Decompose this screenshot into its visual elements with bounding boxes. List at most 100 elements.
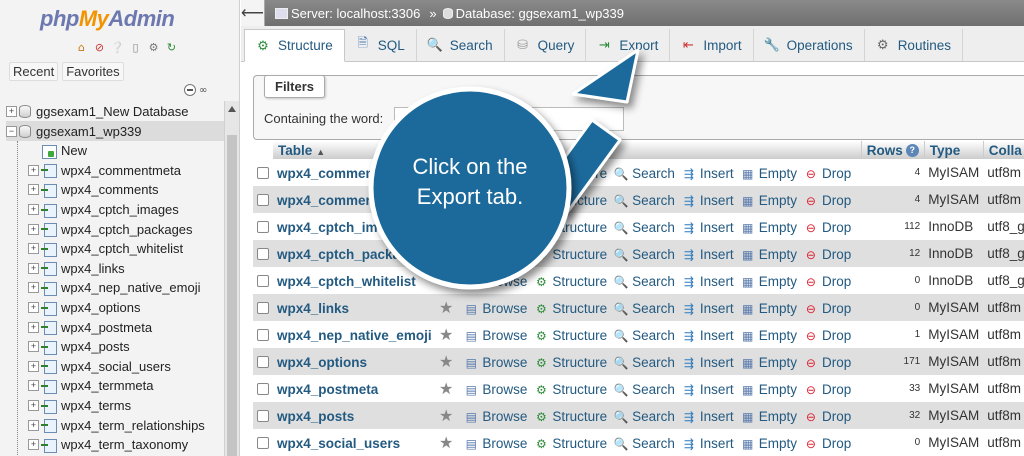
sidebar-table-label[interactable]: wpx4_term_relationships (61, 418, 205, 433)
empty-action[interactable]: ▦ Empty (740, 166, 797, 181)
expand-icon[interactable]: + (28, 262, 39, 274)
back-arrow-icon[interactable]: ⟵ (241, 0, 265, 26)
expand-icon[interactable]: + (28, 380, 39, 392)
tab-operations[interactable]: 🔧 Operations (754, 29, 865, 61)
empty-action[interactable]: ▦ Empty (740, 301, 797, 316)
browse-action[interactable]: ▤ Browse (463, 220, 528, 235)
empty-action[interactable]: ▦ Empty (740, 274, 797, 289)
empty-action[interactable]: ▦ Empty (740, 220, 797, 235)
sidebar-table-item[interactable]: + wpx4_terms (28, 396, 224, 416)
search-action[interactable]: 🔍 Search (613, 436, 675, 451)
table-name-link[interactable]: wpx4_cptch_images (277, 220, 439, 235)
collation-column-header[interactable]: Colla (983, 141, 1024, 159)
drop-action[interactable]: ⊖ Drop (803, 382, 851, 397)
drop-action[interactable]: ⊖ Drop (803, 355, 851, 370)
sidebar-table-label[interactable]: wpx4_cptch_images (61, 202, 179, 217)
expand-icon[interactable]: + (28, 184, 39, 196)
empty-action[interactable]: ▦ Empty (740, 382, 797, 397)
expand-icon[interactable]: + (28, 223, 39, 235)
breadcrumb-server[interactable]: Server: localhost:3306 (291, 6, 420, 21)
tab-search[interactable]: 🔍 Search (417, 29, 505, 61)
sidebar-table-label[interactable]: wpx4_options (61, 300, 141, 315)
row-checkbox[interactable] (257, 221, 269, 234)
expand-icon[interactable]: + (28, 243, 39, 255)
collapse-all-icon[interactable] (184, 84, 196, 96)
tab-structure[interactable]: ⚙ Structure (244, 29, 345, 62)
empty-action[interactable]: ▦ Empty (740, 355, 797, 370)
tab-query[interactable]: ⛁ Query (505, 29, 587, 61)
drop-action[interactable]: ⊖ Drop (803, 328, 851, 343)
search-action[interactable]: 🔍 Search (613, 301, 675, 316)
empty-action[interactable]: ▦ Empty (740, 328, 797, 343)
drop-action[interactable]: ⊖ Drop (803, 436, 851, 451)
doc-page-icon[interactable]: ▯ (128, 40, 143, 54)
search-action[interactable]: 🔍 Search (613, 382, 675, 397)
db-item-new-database[interactable]: + ggsexam1_New Database (6, 101, 224, 121)
favorite-star-icon[interactable]: ★ (439, 219, 453, 236)
expand-icon[interactable]: + (28, 282, 39, 294)
expand-icon[interactable]: + (6, 105, 17, 117)
empty-action[interactable]: ▦ Empty (740, 436, 797, 451)
table-column-header[interactable]: Table ▲ (273, 141, 862, 159)
row-checkbox[interactable] (257, 437, 269, 450)
rows-column-header[interactable]: Rows? (861, 141, 925, 159)
help-icon[interactable]: ? (905, 144, 919, 158)
search-action[interactable]: 🔍 Search (613, 409, 675, 424)
search-action[interactable]: 🔍 Search (613, 328, 675, 343)
favorite-star-icon[interactable]: ★ (439, 435, 453, 452)
db-item-wp339[interactable]: − ggsexam1_wp339 (6, 121, 224, 141)
tab-export[interactable]: ⇥ Export (586, 29, 671, 61)
tab-sql[interactable]: 🗎 SQL (345, 29, 417, 61)
favorite-star-icon[interactable]: ★ (439, 354, 453, 371)
new-table-label[interactable]: New (61, 143, 87, 158)
favorite-star-icon[interactable]: ★ (439, 408, 453, 425)
row-checkbox[interactable] (257, 383, 269, 396)
browse-action[interactable]: ▤ Browse (463, 247, 528, 262)
table-name-link[interactable]: wpx4_nep_native_emoji (277, 328, 439, 343)
expand-icon[interactable]: + (28, 419, 39, 431)
row-checkbox[interactable] (257, 248, 269, 261)
sidebar-table-label[interactable]: wpx4_cptch_whitelist (61, 241, 183, 256)
scroll-up-icon[interactable] (228, 106, 236, 112)
favorite-star-icon[interactable]: ★ (439, 381, 453, 398)
search-action[interactable]: 🔍 Search (613, 355, 675, 370)
sidebar-table-item[interactable]: + wpx4_postmeta (28, 317, 224, 337)
new-table-item[interactable]: New (28, 141, 224, 161)
sidebar-table-label[interactable]: wpx4_term_taxonomy (61, 437, 188, 452)
favorites-button[interactable]: Favorites (62, 62, 124, 81)
row-checkbox[interactable] (257, 275, 269, 288)
reload-icon[interactable]: ↻ (164, 40, 179, 54)
sidebar-table-label[interactable]: wpx4_postmeta (61, 320, 152, 335)
insert-action[interactable]: ⇶ Insert (681, 274, 734, 289)
expand-icon[interactable]: + (28, 204, 39, 216)
tab-routines[interactable]: ⚙ Routines (865, 29, 963, 61)
breadcrumb-database[interactable]: Database: ggsexam1_wp339 (456, 6, 624, 21)
docs-icon[interactable]: ❔ (110, 40, 125, 54)
table-name-link[interactable]: wpx4_social_users (277, 436, 439, 451)
sidebar-table-label[interactable]: wpx4_comments (61, 182, 159, 197)
empty-action[interactable]: ▦ Empty (740, 409, 797, 424)
table-name-link[interactable]: wpx4_links (277, 301, 439, 316)
sidebar-table-label[interactable]: wpx4_terms (61, 398, 131, 413)
sidebar-table-item[interactable]: + wpx4_links (28, 259, 224, 279)
expand-icon[interactable]: + (28, 400, 39, 412)
structure-action[interactable]: ⚙ Structure (533, 355, 607, 370)
expand-icon[interactable]: + (28, 321, 39, 333)
browse-action[interactable]: ▤ Browse (463, 355, 528, 370)
search-action[interactable]: 🔍 Search (613, 166, 675, 181)
expand-icon[interactable]: + (28, 164, 39, 176)
table-name-link[interactable]: wpx4_posts (277, 409, 439, 424)
structure-action[interactable]: ⚙ Structure (533, 382, 607, 397)
row-checkbox[interactable] (257, 302, 269, 315)
sidebar-table-item[interactable]: + wpx4_cptch_packages (28, 219, 224, 239)
row-checkbox[interactable] (257, 167, 269, 180)
sidebar-table-label[interactable]: wpx4_nep_native_emoji (61, 280, 200, 295)
browse-action[interactable]: ▤ Browse (463, 382, 528, 397)
expand-icon[interactable]: + (28, 360, 39, 372)
favorite-star-icon[interactable]: ★ (439, 300, 453, 317)
search-action[interactable]: 🔍 Search (613, 220, 675, 235)
search-action[interactable]: 🔍 Search (613, 193, 675, 208)
structure-action[interactable]: ⚙ Structure (533, 220, 607, 235)
insert-action[interactable]: ⇶ Insert (681, 436, 734, 451)
sidebar-table-label[interactable]: wpx4_cptch_packages (61, 222, 193, 237)
